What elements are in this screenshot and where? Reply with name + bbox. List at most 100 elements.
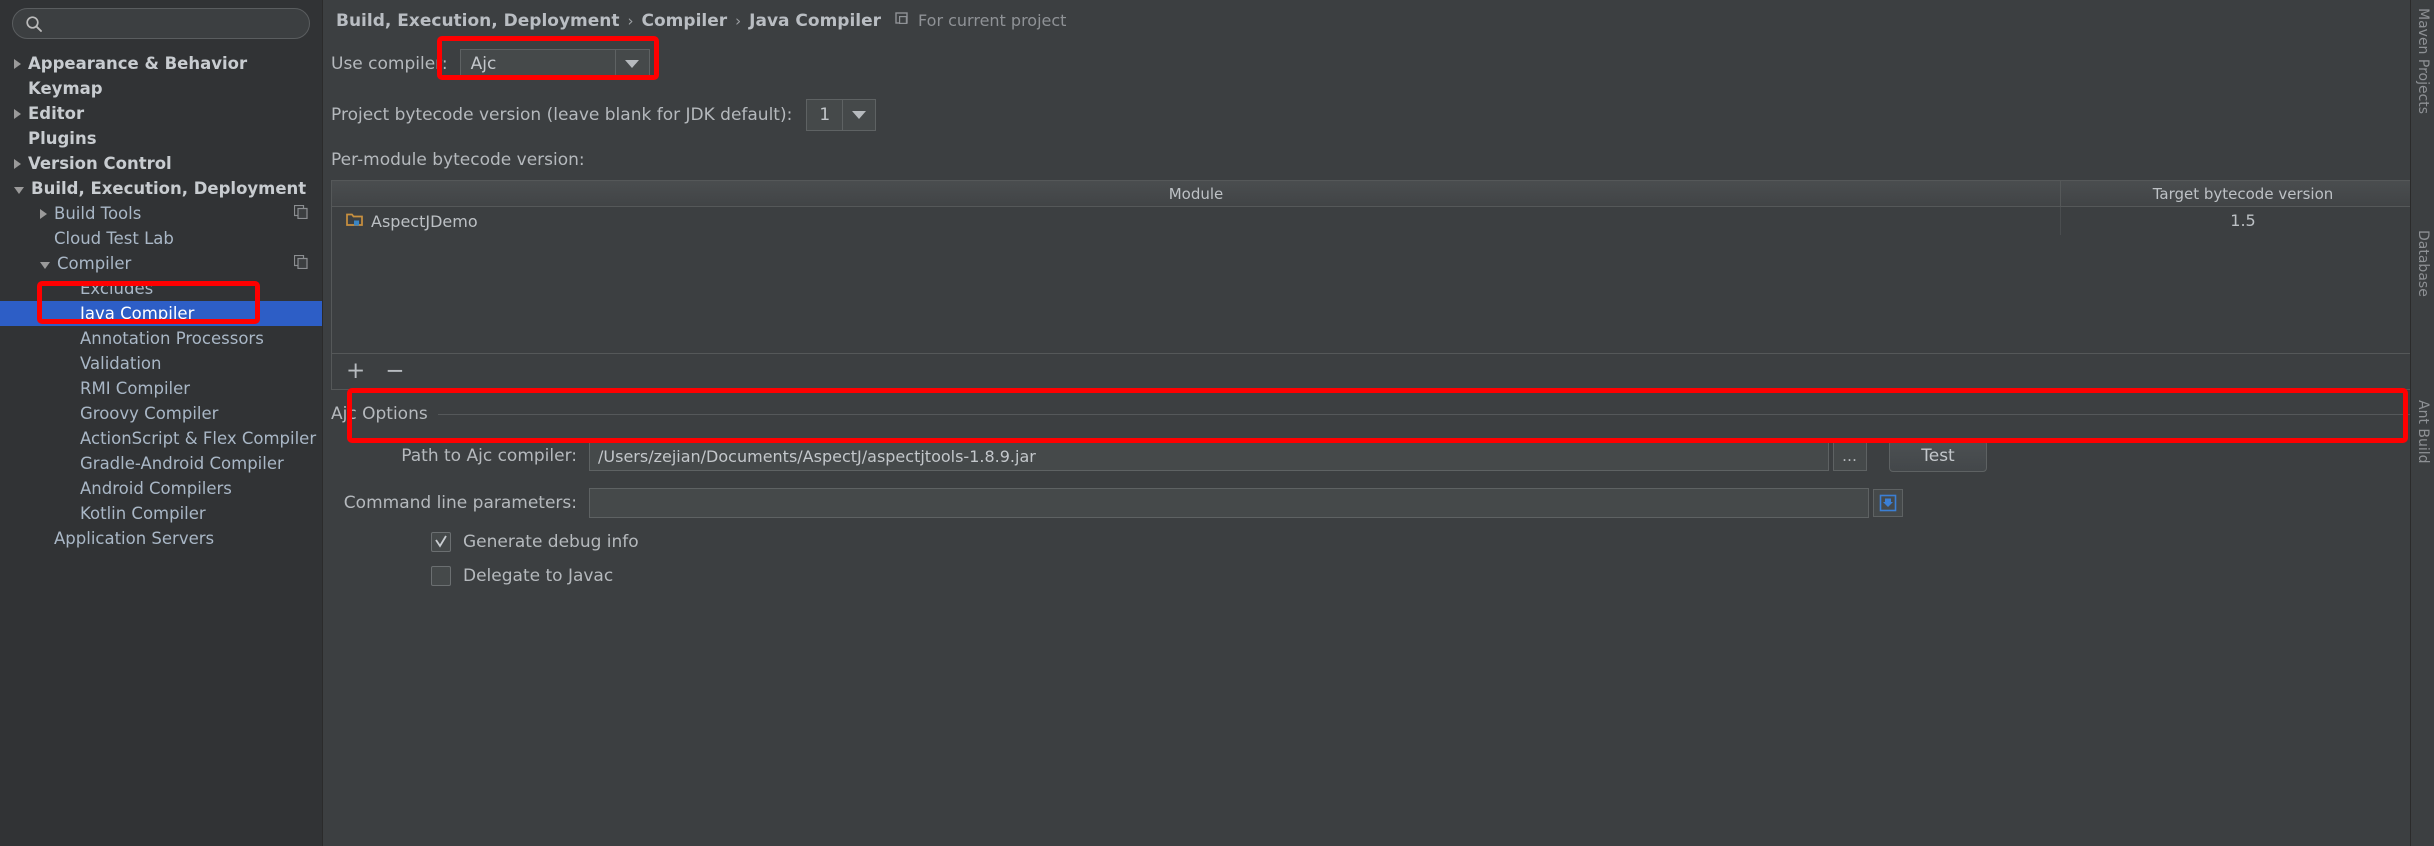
ajc-options-title-row: Ajc Options	[331, 404, 2426, 424]
sidebar-item-build-execution-deployment[interactable]: Build, Execution, Deployment	[0, 176, 322, 201]
sidebar-item-java-compiler[interactable]: Java Compiler	[0, 301, 322, 326]
sidebar-item-version-control[interactable]: Version Control	[0, 151, 322, 176]
sidebar-item-cloud-test-lab[interactable]: Cloud Test Lab	[0, 226, 322, 251]
project-bytecode-combo[interactable]: 1	[806, 99, 877, 131]
browse-button[interactable]: …	[1833, 441, 1867, 471]
breadcrumb-separator: ›	[735, 11, 742, 30]
tool-window-maven-projects[interactable]: Maven Projects	[2415, 8, 2431, 114]
chevron-down-icon[interactable]	[40, 262, 50, 269]
search-icon	[25, 15, 43, 33]
sidebar-item-label: Validation	[80, 354, 162, 373]
table-toolbar: + −	[332, 353, 2425, 389]
checkbox-row[interactable]: Generate debug info	[331, 532, 2426, 552]
sidebar-item-annotation-processors[interactable]: Annotation Processors	[0, 326, 322, 351]
sidebar-item-application-servers[interactable]: Application Servers	[0, 526, 322, 551]
sidebar-item-label: Gradle-Android Compiler	[80, 454, 284, 473]
breadcrumb-part-1[interactable]: Compiler	[642, 11, 728, 31]
add-module-button[interactable]: +	[346, 360, 365, 383]
column-header-module[interactable]: Module	[332, 181, 2060, 206]
sidebar-item-keymap[interactable]: Keymap	[0, 76, 322, 101]
sidebar-item-label: Annotation Processors	[80, 329, 264, 348]
sidebar-item-android-compilers[interactable]: Android Compilers	[0, 476, 322, 501]
sidebar-item-excludes[interactable]: Excludes	[0, 276, 322, 301]
sidebar-item-validation[interactable]: Validation	[0, 351, 322, 376]
sidebar-item-label: Groovy Compiler	[80, 404, 219, 423]
table-body: AspectJDemo 1.5	[332, 207, 2425, 353]
tool-window-ant-build[interactable]: Ant Build	[2415, 400, 2431, 464]
copy-settings-icon[interactable]	[293, 204, 308, 223]
search-area	[0, 0, 322, 39]
sidebar-item-label: Build, Execution, Deployment	[31, 179, 307, 198]
checkbox-unchecked-icon[interactable]	[431, 566, 451, 586]
chevron-down-icon[interactable]	[614, 50, 649, 78]
project-scope-icon	[895, 11, 911, 31]
settings-main-panel: Build, Execution, Deployment › Compiler …	[323, 0, 2434, 846]
sidebar-item-gradle-android-compiler[interactable]: Gradle-Android Compiler	[0, 451, 322, 476]
checkbox-checked-icon[interactable]	[431, 532, 451, 552]
path-to-ajc-row: Path to Ajc compiler: /Users/zejian/Docu…	[331, 440, 2426, 472]
sidebar-item-compiler[interactable]: Compiler	[0, 251, 322, 276]
chevron-right-icon[interactable]	[14, 58, 21, 69]
module-folder-icon	[346, 212, 363, 231]
test-button[interactable]: Test	[1889, 440, 1987, 472]
table-row[interactable]: AspectJDemo 1.5	[332, 207, 2425, 235]
breadcrumb-part-0[interactable]: Build, Execution, Deployment	[336, 11, 620, 31]
sidebar-item-label: Java Compiler	[80, 304, 195, 323]
settings-tree: Appearance & Behavior Keymap Editor Plugins…	[0, 51, 322, 551]
chevron-down-icon[interactable]	[14, 187, 24, 194]
search-box[interactable]	[12, 8, 310, 39]
tool-window-database[interactable]: Database	[2415, 230, 2431, 297]
command-line-parameters-input[interactable]	[589, 488, 1869, 518]
project-bytecode-value: 1	[807, 100, 844, 130]
path-to-ajc-input[interactable]: /Users/zejian/Documents/AspectJ/aspectjt…	[589, 441, 1829, 471]
breadcrumb-separator: ›	[627, 11, 634, 30]
sidebar-item-label: Keymap	[28, 79, 103, 98]
right-tool-strip: Maven Projects Database Ant Build	[2410, 0, 2434, 846]
sidebar-item-label: Android Compilers	[80, 479, 232, 498]
column-header-target-bytecode-version[interactable]: Target bytecode version	[2060, 181, 2425, 206]
settings-sidebar: Appearance & Behavior Keymap Editor Plugins…	[0, 0, 323, 846]
table-cell-target-bytecode-version[interactable]: 1.5	[2060, 207, 2425, 235]
ajc-options-title: Ajc Options	[331, 404, 428, 424]
sidebar-item-label: Cloud Test Lab	[54, 229, 174, 248]
sidebar-item-groovy-compiler[interactable]: Groovy Compiler	[0, 401, 322, 426]
expand-editor-button[interactable]	[1873, 489, 1903, 517]
group-divider	[437, 413, 2426, 415]
chevron-right-icon[interactable]	[14, 158, 21, 169]
use-compiler-label: Use compiler:	[331, 54, 448, 74]
sidebar-item-kotlin-compiler[interactable]: Kotlin Compiler	[0, 501, 322, 526]
search-input[interactable]	[49, 14, 297, 33]
per-module-bytecode-table: Module Target bytecode version AspectJDe…	[331, 180, 2426, 390]
chevron-right-icon[interactable]	[40, 208, 47, 219]
copy-settings-icon[interactable]	[293, 254, 308, 273]
sidebar-item-appearance-behavior[interactable]: Appearance & Behavior	[0, 51, 322, 76]
remove-module-button[interactable]: −	[385, 360, 404, 383]
checkbox-row[interactable]: Delegate to Javac	[331, 566, 2426, 586]
breadcrumb-scope-label: For current project	[918, 11, 1067, 30]
breadcrumb-part-2[interactable]: Java Compiler	[749, 11, 881, 31]
table-cell-module: AspectJDemo	[332, 212, 2060, 231]
expand-down-icon	[1879, 494, 1897, 512]
sidebar-item-plugins[interactable]: Plugins	[0, 126, 322, 151]
sidebar-item-build-tools[interactable]: Build Tools	[0, 201, 322, 226]
sidebar-item-editor[interactable]: Editor	[0, 101, 322, 126]
chevron-down-icon[interactable]	[843, 111, 875, 119]
sidebar-item-rmi-compiler[interactable]: RMI Compiler	[0, 376, 322, 401]
sidebar-item-actionscript-flex-compiler[interactable]: ActionScript & Flex Compiler	[0, 426, 322, 451]
settings-dialog: Appearance & Behavior Keymap Editor Plugins…	[0, 0, 2434, 846]
sidebar-item-label: Build Tools	[54, 204, 142, 223]
sidebar-item-label: Application Servers	[54, 529, 215, 548]
chevron-right-icon[interactable]	[14, 108, 21, 119]
command-line-parameters-row: Command line parameters:	[331, 488, 2426, 518]
sidebar-item-label: Appearance & Behavior	[28, 54, 248, 73]
sidebar-item-label: RMI Compiler	[80, 379, 191, 398]
per-module-label: Per-module bytecode version:	[331, 150, 585, 170]
use-compiler-dropdown[interactable]: Ajc	[459, 49, 650, 79]
sidebar-item-label: ActionScript & Flex Compiler	[80, 429, 317, 448]
breadcrumb: Build, Execution, Deployment › Compiler …	[323, 0, 2434, 34]
